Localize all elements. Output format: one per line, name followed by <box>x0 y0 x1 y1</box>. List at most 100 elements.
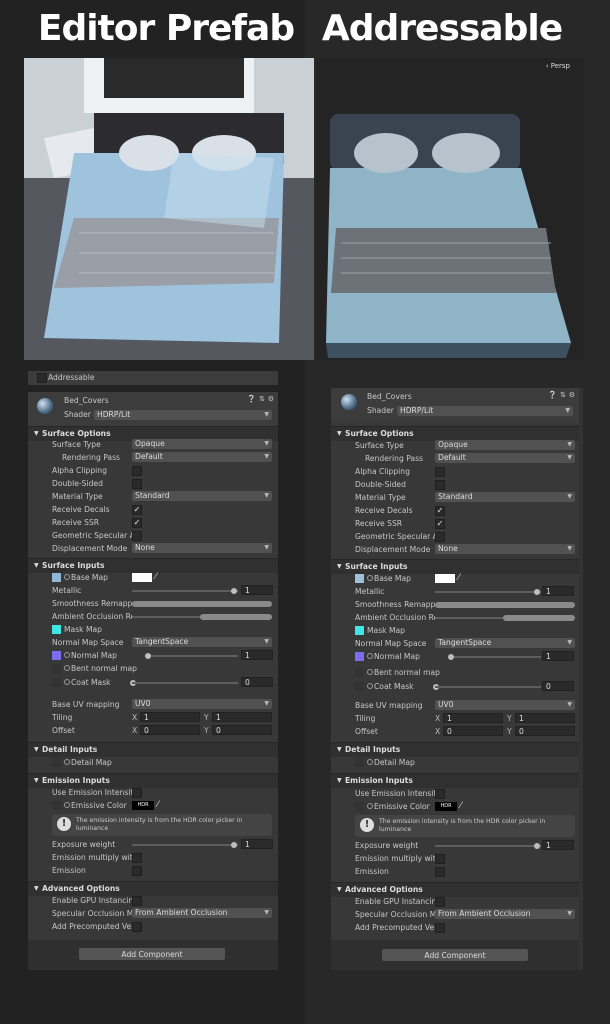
tiling-x-field[interactable]: 1 <box>140 712 200 722</box>
use-emission-intensity-checkbox[interactable] <box>435 789 445 799</box>
offset-x-field[interactable]: 0 <box>443 726 503 736</box>
offset-x-field[interactable]: 0 <box>140 725 200 735</box>
normal-scale-field[interactable]: 1 <box>542 651 574 661</box>
coat-mask-track[interactable] <box>132 682 238 684</box>
emission-checkbox[interactable] <box>435 867 445 877</box>
base-color-swatch[interactable] <box>132 573 152 582</box>
ao-remap-slider[interactable] <box>503 615 575 621</box>
coat-mask-field[interactable]: 0 <box>542 681 574 691</box>
rendering-pass-dropdown[interactable]: Default ▼ <box>435 453 575 463</box>
tiling-x-field[interactable]: 1 <box>443 713 503 723</box>
texture-slot-icon[interactable] <box>64 574 70 580</box>
texture-slot-icon[interactable] <box>367 575 373 581</box>
texture-slot-icon[interactable] <box>64 759 70 765</box>
exposure-weight-knob[interactable] <box>534 843 540 849</box>
texture-slot-icon[interactable] <box>64 665 70 671</box>
exposure-weight-field[interactable]: 1 <box>542 840 574 850</box>
mask-map-thumbnail[interactable] <box>52 625 61 634</box>
metallic-field[interactable]: 1 <box>542 586 574 596</box>
section-detail-inputs[interactable]: ▼ Detail Inputs <box>331 742 579 757</box>
eyedropper-icon[interactable]: ⁄ <box>458 572 460 585</box>
tiling-y-field[interactable]: 1 <box>212 712 272 722</box>
specular-occlusion-dropdown[interactable]: From Ambient Occlusion ▼ <box>132 908 272 918</box>
eyedropper-icon[interactable]: ⁄ <box>155 571 157 584</box>
gpu-instancing-checkbox[interactable] <box>435 897 445 907</box>
exposure-weight-track[interactable] <box>435 845 541 847</box>
double-sided-checkbox[interactable] <box>435 480 445 490</box>
receive-ssr-checkbox[interactable]: ✓ <box>132 518 142 528</box>
texture-slot-icon[interactable] <box>367 653 373 659</box>
base-color-swatch[interactable] <box>435 574 455 583</box>
surface-type-dropdown[interactable]: Opaque ▼ <box>132 439 272 449</box>
help-icon[interactable]: ❔ <box>548 391 557 399</box>
material-type-dropdown[interactable]: Standard ▼ <box>435 492 575 502</box>
normal-map-thumbnail[interactable] <box>52 651 61 660</box>
texture-slot-icon[interactable] <box>64 652 70 658</box>
base-uv-mapping-dropdown[interactable]: UV0 ▼ <box>132 699 272 709</box>
gear-icon[interactable]: ⚙ <box>268 395 274 403</box>
section-emission-inputs[interactable]: ▼ Emission Inputs <box>331 773 579 788</box>
use-emission-intensity-checkbox[interactable] <box>132 788 142 798</box>
bent-normal-thumbnail[interactable] <box>52 664 61 673</box>
gear-icon[interactable]: ⚙ <box>569 391 575 399</box>
addressable-viewport[interactable]: ‹ Persp <box>316 58 584 360</box>
emission-multiply-checkbox[interactable] <box>435 854 445 864</box>
displacement-mode-dropdown[interactable]: None ▼ <box>435 544 575 554</box>
gpu-instancing-checkbox[interactable] <box>132 896 142 906</box>
normal-scale-track[interactable] <box>449 656 541 658</box>
texture-slot-icon[interactable] <box>367 759 373 765</box>
metallic-slider-knob[interactable] <box>231 588 237 594</box>
shader-dropdown[interactable]: HDRP/Lit ▼ <box>397 406 573 416</box>
metallic-slider-track[interactable] <box>132 590 238 592</box>
displacement-mode-dropdown[interactable]: None ▼ <box>132 543 272 553</box>
emission-multiply-checkbox[interactable] <box>132 853 142 863</box>
ao-remap-slider[interactable] <box>200 614 272 620</box>
scrollbar[interactable] <box>579 388 583 970</box>
shader-dropdown[interactable]: HDRP/Lit ▼ <box>94 410 272 420</box>
double-sided-checkbox[interactable] <box>132 479 142 489</box>
preset-icon[interactable]: ⇅ <box>560 391 566 399</box>
add-component-button[interactable]: Add Component <box>381 948 529 962</box>
precomputed-velocity-checkbox[interactable] <box>435 923 445 933</box>
offset-y-field[interactable]: 0 <box>212 725 272 735</box>
base-map-thumbnail[interactable] <box>355 574 364 583</box>
eyedropper-icon[interactable]: ⁄ <box>157 799 159 812</box>
receive-decals-checkbox[interactable]: ✓ <box>435 506 445 516</box>
detail-map-thumbnail[interactable] <box>355 758 364 767</box>
metallic-field[interactable]: 1 <box>241 585 273 595</box>
coat-mask-thumbnail[interactable] <box>52 678 61 687</box>
editor-prefab-viewport[interactable] <box>24 58 314 360</box>
base-map-thumbnail[interactable] <box>52 573 61 582</box>
specular-occlusion-dropdown[interactable]: From Ambient Occlusion ▼ <box>435 909 575 919</box>
emission-checkbox[interactable] <box>132 866 142 876</box>
exposure-weight-track[interactable] <box>132 844 238 846</box>
emissive-map-thumbnail[interactable] <box>355 802 364 811</box>
receive-ssr-checkbox[interactable]: ✓ <box>435 519 445 529</box>
geometric-specular-checkbox[interactable] <box>132 531 142 541</box>
coat-mask-track[interactable] <box>435 686 541 688</box>
coat-mask-field[interactable]: 0 <box>241 677 273 687</box>
normal-scale-knob[interactable] <box>145 653 151 659</box>
emissive-color-swatch[interactable]: HDR <box>435 802 457 811</box>
persp-label[interactable]: ‹ Persp <box>546 62 570 70</box>
emissive-map-thumbnail[interactable] <box>52 801 61 810</box>
texture-slot-icon[interactable] <box>367 669 373 675</box>
rendering-pass-dropdown[interactable]: Default ▼ <box>132 452 272 462</box>
normal-scale-field[interactable]: 1 <box>241 650 273 660</box>
preset-icon[interactable]: ⇅ <box>259 395 265 403</box>
exposure-weight-field[interactable]: 1 <box>241 839 273 849</box>
texture-slot-icon[interactable] <box>64 679 70 685</box>
normal-scale-knob[interactable] <box>448 654 454 660</box>
addressable-checkbox-left[interactable] <box>37 373 47 383</box>
tiling-y-field[interactable]: 1 <box>515 713 575 723</box>
precomputed-velocity-checkbox[interactable] <box>132 922 142 932</box>
normal-scale-track[interactable] <box>146 655 238 657</box>
section-detail-inputs[interactable]: ▼ Detail Inputs <box>28 742 278 757</box>
offset-y-field[interactable]: 0 <box>515 726 575 736</box>
metallic-slider-track[interactable] <box>435 591 541 593</box>
exposure-weight-knob[interactable] <box>231 842 237 848</box>
base-uv-mapping-dropdown[interactable]: UV0 ▼ <box>435 700 575 710</box>
texture-slot-icon[interactable] <box>367 803 373 809</box>
emissive-color-swatch[interactable]: HDR <box>132 801 154 810</box>
eyedropper-icon[interactable]: ⁄ <box>460 800 462 813</box>
